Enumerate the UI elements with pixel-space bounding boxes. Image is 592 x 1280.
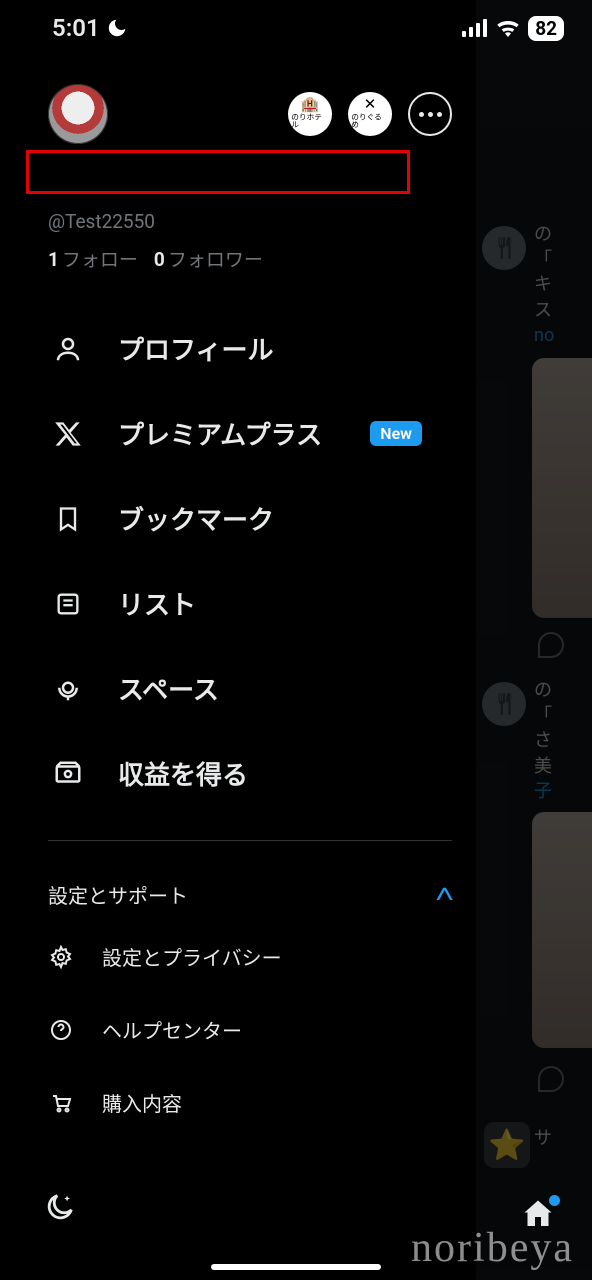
account-label: のりホテル [291,114,328,129]
highlight-box [26,150,410,194]
money-icon [52,758,84,790]
battery-indicator: 82 [528,16,564,41]
sub-label: 購入内容 [102,1088,182,1117]
profile-avatar[interactable] [48,84,108,144]
notification-dot [549,1195,560,1206]
navigation-drawer: 5:01 82 🏨 のりホテル ✕ のりぐるめ [0,0,476,1280]
nav-label: ブックマーク [118,500,274,537]
account-label: のりぐるめ [351,114,388,129]
more-accounts-button[interactable] [408,92,452,136]
theme-toggle[interactable] [40,1187,80,1227]
settings-section-toggle[interactable]: 設定とサポート ˄ [48,873,452,920]
account-switch-gourmet[interactable]: ✕ のりぐるめ [348,92,392,136]
gear-icon [48,944,74,970]
nav-monetization[interactable]: 収益を得る [52,731,452,816]
utensils-icon: ✕ [364,97,377,112]
sub-label: ヘルプセンター [102,1015,242,1044]
wifi-icon [496,19,520,37]
nav-label: 収益を得る [118,755,248,792]
x-icon [52,418,84,450]
nav-label: プロフィール [118,330,273,367]
status-bar: 5:01 82 [0,0,592,56]
home-indicator [211,1264,381,1270]
nav-label: プレミアムプラス [118,415,322,452]
nav-spaces[interactable]: スペース [52,646,452,731]
following-stat[interactable]: 1フォロー [48,245,138,272]
hotel-icon: 🏨 [301,97,320,112]
nav-premium[interactable]: プレミアムプラス New [52,391,452,476]
mic-icon [52,673,84,705]
nav-label: リスト [118,585,196,622]
moon-sparkle-icon [43,1190,77,1224]
chevron-up-icon: ˄ [435,879,455,910]
new-badge: New [370,421,422,446]
bookmark-icon [52,503,84,535]
help-icon [48,1017,74,1043]
list-icon [52,588,84,620]
settings-privacy[interactable]: 設定とプライバシー [48,920,452,993]
person-icon [52,333,84,365]
status-time: 5:01 [52,14,100,42]
home-tab[interactable] [520,1196,556,1232]
ellipsis-icon [419,112,442,117]
nav-label: スペース [118,670,219,707]
nav-bookmarks[interactable]: ブックマーク [52,476,452,561]
sub-label: 設定とプライバシー [102,942,282,971]
nav-lists[interactable]: リスト [52,561,452,646]
user-handle[interactable]: @Test22550 [0,192,476,235]
cellular-icon [462,19,488,37]
followers-stat[interactable]: 0フォロワー [154,245,263,272]
section-title: 設定とサポート [48,880,188,909]
follow-stats[interactable]: 1フォロー 0フォロワー [0,235,476,282]
purchases[interactable]: 購入内容 [48,1066,452,1139]
cart-icon [48,1090,74,1116]
nav-profile[interactable]: プロフィール [52,306,452,391]
help-center[interactable]: ヘルプセンター [48,993,452,1066]
account-switch-hotel[interactable]: 🏨 のりホテル [288,92,332,136]
moon-icon [106,17,128,39]
